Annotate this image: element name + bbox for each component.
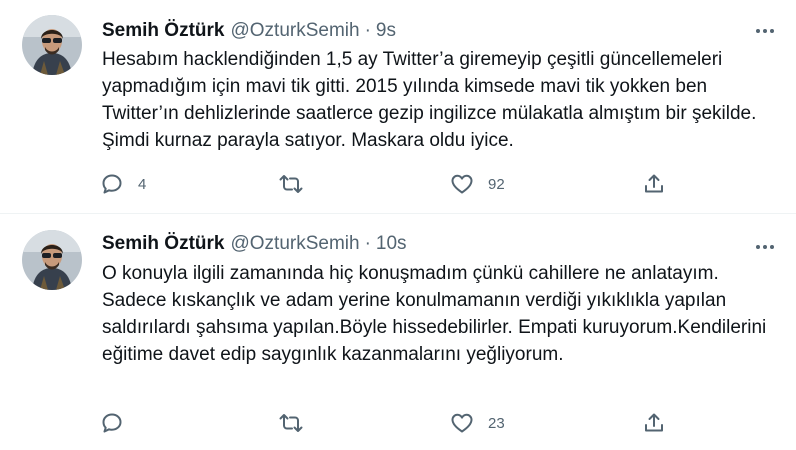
share-button[interactable] bbox=[642, 170, 666, 198]
like-count: 23 bbox=[488, 414, 505, 432]
heart-icon bbox=[450, 411, 474, 435]
retweet-button[interactable] bbox=[278, 170, 318, 198]
avatar[interactable] bbox=[22, 230, 82, 290]
reply-button[interactable]: 4 bbox=[100, 170, 146, 198]
heart-icon bbox=[450, 172, 474, 196]
tweet-header: Semih Öztürk @OzturkSemih · 10s bbox=[102, 232, 407, 256]
tweet-text: O konuyla ilgili zamanında hiç konuşmadı… bbox=[102, 263, 767, 365]
reply-button[interactable] bbox=[100, 409, 138, 437]
share-icon bbox=[642, 411, 666, 435]
share-button[interactable] bbox=[642, 409, 666, 437]
author-name[interactable]: Semih Öztürk bbox=[102, 232, 224, 256]
author-handle[interactable]: @OzturkSemih bbox=[230, 19, 359, 43]
tweet-actions: 23 bbox=[100, 409, 680, 437]
like-button[interactable]: 23 bbox=[450, 409, 505, 437]
tweet-feed: Semih Öztürk @OzturkSemih · 9s Hesabım h… bbox=[0, 0, 796, 450]
retweet-icon bbox=[278, 172, 304, 196]
tweet-text: Hesabım hacklendiğinden 1,5 ay Twitter’a… bbox=[102, 49, 757, 151]
more-icon[interactable] bbox=[754, 236, 776, 258]
tweet[interactable]: Semih Öztürk @OzturkSemih · 9s Hesabım h… bbox=[0, 0, 796, 214]
reply-icon bbox=[100, 172, 124, 196]
tweet-actions: 4 92 bbox=[100, 170, 680, 198]
avatar[interactable] bbox=[22, 15, 82, 75]
reply-count: 4 bbox=[138, 175, 147, 193]
more-icon[interactable] bbox=[754, 20, 776, 42]
retweet-button[interactable] bbox=[278, 409, 318, 437]
like-button[interactable]: 92 bbox=[450, 170, 505, 198]
separator-dot: · bbox=[364, 20, 371, 41]
timestamp[interactable]: 9s bbox=[376, 19, 396, 43]
author-handle[interactable]: @OzturkSemih bbox=[230, 232, 359, 256]
reply-icon bbox=[100, 411, 124, 435]
retweet-icon bbox=[278, 411, 304, 435]
like-count: 92 bbox=[488, 175, 505, 193]
tweet-header: Semih Öztürk @OzturkSemih · 9s bbox=[102, 19, 396, 43]
timestamp[interactable]: 10s bbox=[376, 232, 407, 256]
separator-dot: · bbox=[364, 233, 371, 254]
tweet[interactable]: Semih Öztürk @OzturkSemih · 10s O konuyl… bbox=[0, 214, 796, 450]
share-icon bbox=[642, 172, 666, 196]
author-name[interactable]: Semih Öztürk bbox=[102, 19, 224, 43]
